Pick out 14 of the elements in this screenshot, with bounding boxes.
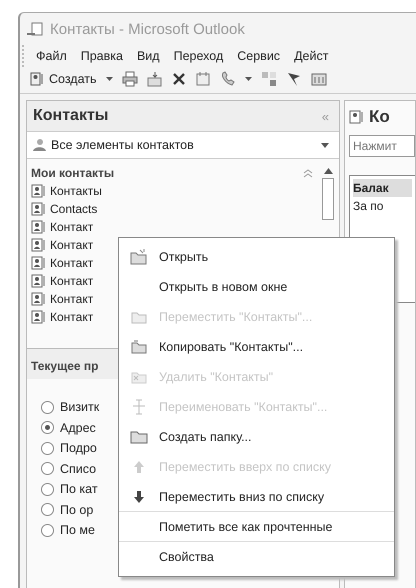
section-title: Текущее пр bbox=[31, 359, 98, 373]
radio-label: Визитк bbox=[60, 400, 100, 414]
window-title: Контакты - Microsoft Outlook bbox=[50, 20, 245, 38]
radio-label: Списо bbox=[60, 462, 96, 476]
card-field: За по bbox=[353, 199, 412, 213]
radio-label: По кат bbox=[60, 482, 98, 496]
radio-label: По ме bbox=[60, 523, 95, 538]
radio-label: Подро bbox=[60, 441, 97, 456]
radio-label: По ор bbox=[60, 502, 94, 517]
radio-label: Адрес bbox=[60, 420, 96, 435]
card-name: Балак bbox=[353, 179, 412, 197]
section-title: Мои контакты bbox=[31, 166, 114, 180]
content-title: Ко bbox=[369, 107, 390, 127]
pane-title: Контакты bbox=[33, 107, 108, 125]
